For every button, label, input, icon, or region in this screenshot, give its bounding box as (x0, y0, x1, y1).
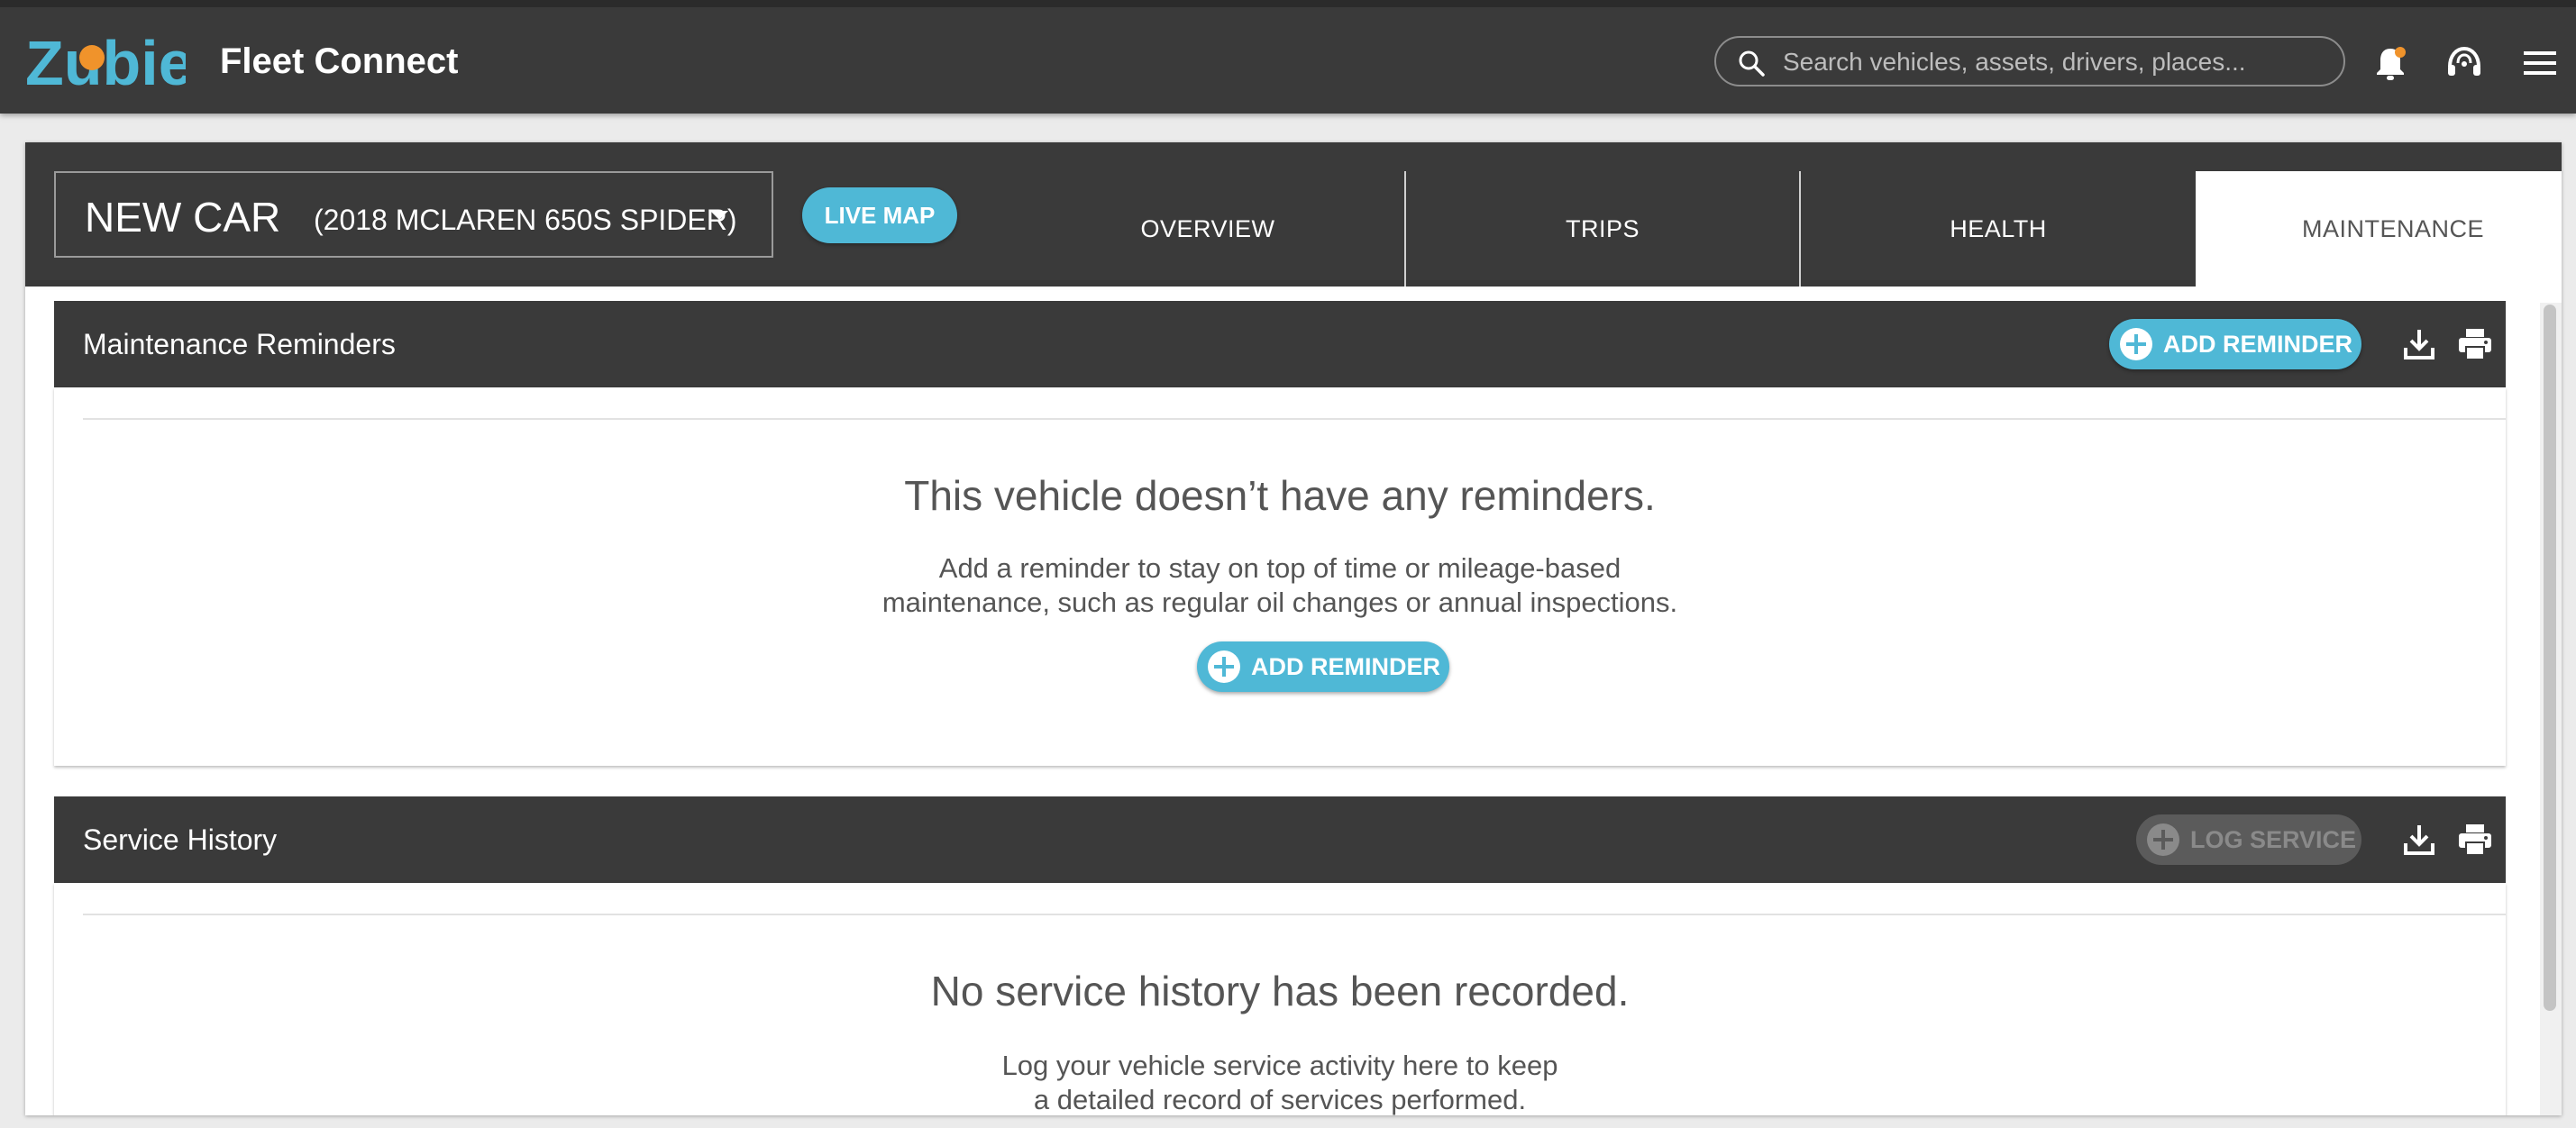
vehicle-selector[interactable]: NEW CAR (2018 MCLAREN 650S SPIDER) (54, 171, 773, 258)
chevron-down-icon (710, 211, 728, 220)
add-reminder-empty-button[interactable]: ADD REMINDER (1197, 641, 1449, 692)
vehicle-model: (2018 MCLAREN 650S SPIDER) (314, 204, 737, 236)
divider (83, 914, 2506, 915)
print-icon[interactable] (2457, 822, 2493, 858)
reminders-empty-line1: Add a reminder to stay on top of time or… (938, 552, 1621, 584)
service-history-empty-title: No service history has been recorded. (930, 968, 1630, 1014)
global-search[interactable] (1714, 36, 2345, 86)
service-history-empty-line2: a detailed record of services performed. (1033, 1084, 1527, 1115)
tab-trips[interactable]: TRIPS (1406, 171, 1801, 287)
scrollbar[interactable] (2540, 303, 2562, 1115)
reminders-header: Maintenance Reminders ADD REMINDER (54, 301, 2506, 387)
search-icon (1739, 50, 1765, 77)
app-title: Fleet Connect (220, 41, 459, 81)
print-icon[interactable] (2457, 326, 2493, 362)
log-service-button[interactable]: LOG SERVICE (2136, 814, 2361, 865)
zubie-logo[interactable]: Zubie (25, 31, 186, 99)
tab-maintenance[interactable]: MAINTENANCE (2196, 171, 2562, 287)
reminders-title: Maintenance Reminders (83, 328, 396, 360)
service-history-title: Service History (83, 823, 278, 856)
add-reminder-button[interactable]: ADD REMINDER (2109, 319, 2361, 369)
vehicle-name: NEW CAR (85, 194, 281, 241)
plus-icon (1208, 650, 1240, 683)
download-icon[interactable] (2401, 822, 2437, 858)
download-icon[interactable] (2401, 326, 2437, 362)
plus-icon (2120, 328, 2152, 360)
tab-overview[interactable]: OVERVIEW (1011, 171, 1406, 287)
tab-health[interactable]: HEALTH (1801, 171, 2196, 287)
svg-text:Zubie: Zubie (25, 31, 186, 98)
vehicle-header: NEW CAR (2018 MCLAREN 650S SPIDER) LIVE … (25, 142, 2562, 287)
reminders-empty-title: This vehicle doesn’t have any reminders. (904, 472, 1656, 519)
service-history-body: No service history has been recorded. Lo… (54, 883, 2506, 1115)
reminders-empty-line2: maintenance, such as regular oil changes… (882, 587, 1678, 618)
service-history-header: Service History LOG SERVICE (54, 796, 2506, 883)
search-input[interactable] (1783, 45, 2324, 79)
scrollbar-thumb[interactable] (2544, 305, 2556, 1011)
live-map-button[interactable]: LIVE MAP (802, 187, 957, 243)
service-history-empty-line1: Log your vehicle service activity here t… (1001, 1050, 1558, 1081)
app-header: Zubie Fleet Connect (0, 0, 2576, 114)
bell-icon[interactable] (2370, 43, 2410, 83)
divider (83, 418, 2506, 420)
reminders-body: This vehicle doesn’t have any reminders.… (54, 387, 2506, 766)
headset-icon[interactable] (2444, 43, 2484, 83)
menu-icon[interactable] (2520, 43, 2560, 83)
vehicle-card: NEW CAR (2018 MCLAREN 650S SPIDER) LIVE … (25, 142, 2562, 1115)
plus-icon (2147, 823, 2179, 856)
